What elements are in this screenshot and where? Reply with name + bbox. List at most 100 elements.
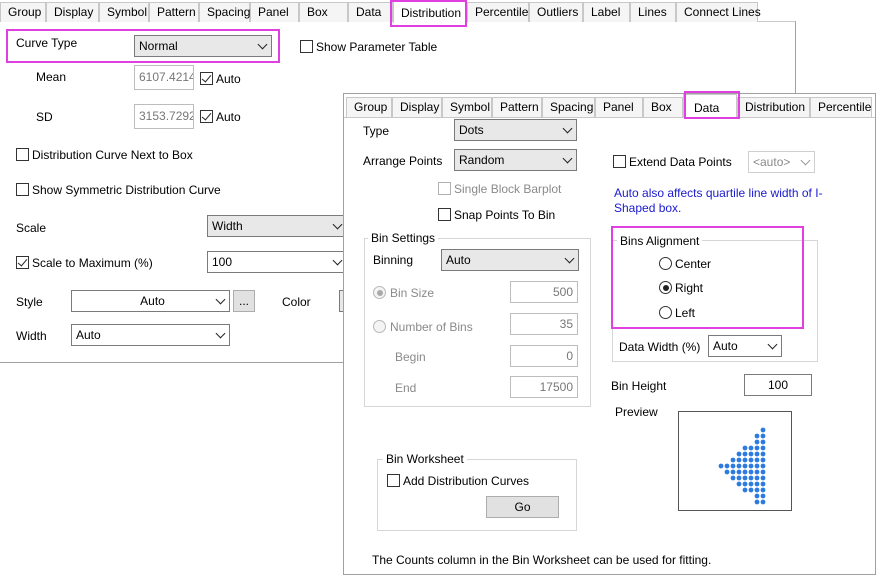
- show-param-table-checkbox[interactable]: [300, 40, 313, 53]
- scale-dropdown[interactable]: Width: [207, 215, 347, 237]
- num-bins-radio[interactable]: [373, 320, 386, 333]
- preview-dot: [718, 463, 724, 469]
- single-block-checkbox[interactable]: [438, 182, 451, 195]
- tab-symbol[interactable]: Symbol: [442, 97, 492, 117]
- scale-max-dropdown[interactable]: 100: [207, 251, 347, 273]
- width-label: Width: [16, 329, 47, 343]
- preview-dot: [724, 463, 730, 469]
- tab-distribution[interactable]: Distribution: [393, 0, 467, 23]
- chevron-down-icon: [562, 153, 573, 164]
- chevron-down-icon: [767, 339, 778, 350]
- tab-pattern[interactable]: Pattern: [149, 2, 199, 22]
- tab-percentile[interactable]: Percentile: [810, 97, 872, 117]
- preview-dot: [754, 499, 760, 505]
- style-dropdown[interactable]: Auto: [71, 290, 230, 312]
- end-field[interactable]: 17500: [510, 376, 578, 398]
- tab-group[interactable]: Group: [346, 97, 392, 117]
- dist-next-box-checkbox[interactable]: [16, 148, 29, 161]
- preview-dot: [736, 457, 742, 463]
- tab-pattern[interactable]: Pattern: [492, 97, 542, 117]
- tab-box[interactable]: Box: [643, 97, 683, 117]
- bin-settings-title: Bin Settings: [368, 231, 439, 245]
- align-left-radio[interactable]: [659, 306, 672, 319]
- tab-group[interactable]: Group: [0, 2, 46, 22]
- curve-type-dropdown[interactable]: Normal: [134, 35, 272, 57]
- type-dropdown[interactable]: Dots: [454, 119, 577, 141]
- tab-box[interactable]: Box: [299, 2, 348, 22]
- single-block-label: Single Block Barplot: [454, 182, 562, 196]
- sd-field[interactable]: 3153.7292: [134, 104, 194, 129]
- tab-display[interactable]: Display: [46, 2, 99, 22]
- data-width-dropdown[interactable]: Auto: [708, 335, 782, 357]
- preview-dot: [742, 469, 748, 475]
- preview-dot: [742, 487, 748, 493]
- extend-data-checkbox[interactable]: [613, 155, 626, 168]
- type-value: Dots: [459, 123, 484, 137]
- bin-size-field[interactable]: 500: [510, 281, 578, 303]
- show-param-table-label: Show Parameter Table: [316, 40, 438, 54]
- tab-data[interactable]: Data: [683, 94, 737, 118]
- tab-outliers[interactable]: Outliers: [529, 2, 583, 22]
- bin-size-radio[interactable]: [373, 286, 386, 299]
- preview-dot: [742, 445, 748, 451]
- sd-auto-checkbox[interactable]: [200, 110, 213, 123]
- preview-dot: [760, 433, 766, 439]
- preview-dot: [760, 481, 766, 487]
- chevron-down-icon: [332, 219, 343, 230]
- tab-lines[interactable]: Lines: [630, 2, 676, 22]
- tab-label[interactable]: Label: [583, 2, 630, 22]
- tab-panel[interactable]: Panel: [595, 97, 643, 117]
- color-label: Color: [282, 295, 311, 309]
- front-tab-bar: Group Display Symbol Pattern Spacing Pan…: [346, 94, 872, 118]
- auto-note: Auto also affects quartile line width of…: [614, 186, 823, 215]
- extend-data-dropdown[interactable]: <auto>: [748, 151, 815, 173]
- begin-label: Begin: [395, 350, 426, 364]
- align-center-radio[interactable]: [659, 257, 672, 270]
- tab-spacing[interactable]: Spacing: [199, 2, 250, 22]
- arrange-points-dropdown[interactable]: Random: [454, 149, 577, 171]
- chevron-down-icon: [215, 328, 226, 339]
- tab-data[interactable]: Data: [348, 2, 393, 22]
- mean-field[interactable]: 6107.4214: [134, 65, 194, 90]
- style-value: Auto: [140, 294, 165, 308]
- add-dist-curves-label: Add Distribution Curves: [403, 474, 530, 488]
- preview-dot: [730, 475, 736, 481]
- preview-dot: [742, 481, 748, 487]
- tab-display[interactable]: Display: [392, 97, 442, 117]
- preview-dot: [730, 469, 736, 475]
- preview-dot: [760, 427, 766, 433]
- preview-dot: [748, 475, 754, 481]
- preview-dot: [730, 463, 736, 469]
- tab-spacing[interactable]: Spacing: [542, 97, 595, 117]
- num-bins-label: Number of Bins: [390, 320, 473, 334]
- add-dist-curves-checkbox[interactable]: [387, 474, 400, 487]
- binning-dropdown[interactable]: Auto: [441, 249, 579, 271]
- tab-percentile[interactable]: Percentile: [467, 2, 529, 22]
- begin-field[interactable]: 0: [510, 345, 578, 367]
- preview-dot: [736, 475, 742, 481]
- tab-panel[interactable]: Panel: [250, 2, 299, 22]
- tab-connect-lines[interactable]: Connect Lines: [676, 2, 761, 22]
- tab-distribution[interactable]: Distribution: [737, 97, 810, 117]
- extend-data-label: Extend Data Points: [629, 155, 732, 169]
- scale-max-checkbox[interactable]: [16, 256, 29, 269]
- align-center-label: Center: [675, 257, 712, 271]
- chevron-down-icon: [257, 39, 268, 50]
- align-right-radio[interactable]: [659, 281, 672, 294]
- preview-dot: [754, 469, 760, 475]
- preview-dot: [742, 475, 748, 481]
- preview-dot: [760, 493, 766, 499]
- preview-dot: [754, 433, 760, 439]
- go-button[interactable]: Go: [486, 496, 559, 518]
- preview-dot: [748, 451, 754, 457]
- tab-symbol[interactable]: Symbol: [99, 2, 149, 22]
- preview-dot: [760, 499, 766, 505]
- width-dropdown[interactable]: Auto: [71, 324, 230, 346]
- preview-dot: [748, 487, 754, 493]
- style-more-button[interactable]: ...: [233, 290, 255, 312]
- mean-auto-checkbox[interactable]: [200, 72, 213, 85]
- num-bins-field[interactable]: 35: [510, 313, 578, 335]
- bin-height-field[interactable]: 100: [744, 374, 812, 396]
- show-symmetric-checkbox[interactable]: [16, 183, 29, 196]
- snap-points-checkbox[interactable]: [438, 208, 451, 221]
